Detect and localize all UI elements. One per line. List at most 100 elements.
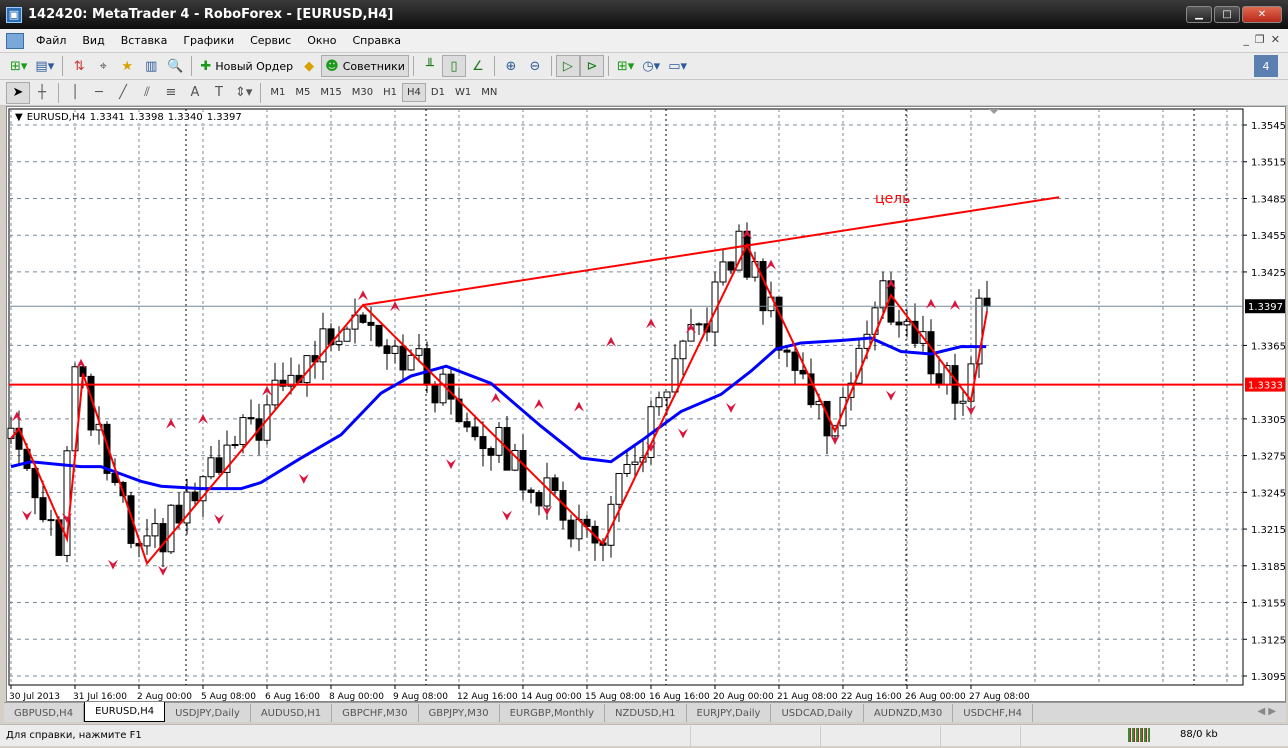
- candle-body: [407, 354, 415, 371]
- symbol-tab[interactable]: AUDNZD,M30: [864, 704, 954, 722]
- new-order-label: Новый Ордер: [215, 59, 294, 73]
- data-window-icon[interactable]: ⌖: [91, 55, 115, 77]
- candle-body: [479, 436, 487, 450]
- chart-tabs: GBPUSD,H4 EURUSD,H4 USDJPY,Daily AUDUSD,H1 G…: [4, 702, 1286, 722]
- menu-insert[interactable]: Вставка: [113, 34, 176, 47]
- symbol-tab[interactable]: USDJPY,Daily: [165, 704, 251, 722]
- templates-icon[interactable]: ▭▾: [664, 55, 691, 77]
- crosshair-icon[interactable]: ┼: [30, 82, 54, 104]
- symbol-tab[interactable]: GBPCHF,M30: [332, 704, 419, 722]
- profiles-icon[interactable]: ▤▾: [31, 55, 58, 77]
- notifications-icon[interactable]: 4: [1254, 55, 1278, 77]
- price-tick-label: 1.3425: [1251, 268, 1286, 279]
- text-icon[interactable]: A: [183, 82, 207, 104]
- new-chart-icon[interactable]: ⊞▾: [6, 55, 31, 77]
- candle: [167, 504, 175, 554]
- timeframe-m30[interactable]: M30: [347, 87, 378, 98]
- fibonacci-icon[interactable]: ≡: [159, 82, 183, 104]
- child-restore-button[interactable]: ❐: [1255, 33, 1265, 46]
- tab-scroll-arrows-icon[interactable]: ◀ ▶: [1257, 706, 1276, 717]
- time-tick-label: 22 Aug 16:00: [841, 692, 902, 702]
- symbol-tab[interactable]: GBPJPY,M30: [419, 704, 500, 722]
- symbol-tab[interactable]: EURJPY,Daily: [687, 704, 772, 722]
- chart-close: 1.3397: [206, 112, 242, 123]
- menu-file[interactable]: Файл: [28, 34, 74, 47]
- candle-body: [471, 426, 479, 438]
- child-minimize-button[interactable]: _: [1243, 33, 1249, 46]
- symbol-tab[interactable]: USDCHF,H4: [953, 704, 1033, 722]
- chart-window[interactable]: 30 Jul 2013 31 Jul 16:00 2 Aug 00:00 5 Aug …: [6, 106, 1286, 702]
- trendline-icon[interactable]: ╱: [111, 82, 135, 104]
- zoom-out-icon[interactable]: ⊖: [523, 55, 547, 77]
- candle-body: [719, 261, 727, 283]
- symbol-tab[interactable]: GBPUSD,H4: [4, 704, 85, 722]
- market-watch-icon[interactable]: ⇅: [67, 55, 91, 77]
- menu-bar: Файл Вид Вставка Графики Сервис Окно Спр…: [0, 29, 1288, 53]
- candle-body: [983, 297, 991, 307]
- chart-menu-triangle-icon[interactable]: ▼: [15, 112, 23, 123]
- minimize-button[interactable]: ▁: [1186, 6, 1212, 23]
- timeframe-mn[interactable]: MN: [476, 87, 502, 98]
- timeframe-m15[interactable]: M15: [315, 87, 346, 98]
- new-order-button[interactable]: ✚ Новый Ордер: [196, 55, 297, 77]
- candlestick-chart-icon[interactable]: ▯: [441, 55, 466, 77]
- symbol-tab[interactable]: EURGBP,Monthly: [500, 704, 606, 722]
- separator: [58, 82, 59, 103]
- timeframe-d1[interactable]: D1: [426, 87, 450, 98]
- bar-chart-icon[interactable]: ╨: [418, 55, 442, 77]
- menu-charts[interactable]: Графики: [175, 34, 242, 47]
- price-tick-label: 1.3545: [1251, 121, 1286, 132]
- candle-body: [239, 417, 247, 446]
- symbol-tab[interactable]: AUDUSD,H1: [251, 704, 333, 722]
- price-chart[interactable]: 30 Jul 2013 31 Jul 16:00 2 Aug 00:00 5 Aug …: [7, 107, 1287, 703]
- terminal-icon[interactable]: ▥: [139, 55, 163, 77]
- status-cell: [940, 725, 1020, 746]
- warning-icon[interactable]: ◆: [297, 55, 321, 77]
- close-button[interactable]: ✕: [1242, 6, 1282, 23]
- menu-help[interactable]: Справка: [344, 34, 408, 47]
- candle-body: [215, 457, 223, 473]
- menu-window[interactable]: Окно: [299, 34, 344, 47]
- timeframe-h1[interactable]: H1: [378, 87, 402, 98]
- arrows-icon[interactable]: ⇕▾: [231, 82, 256, 104]
- text-label-icon[interactable]: T: [207, 82, 231, 104]
- menu-view[interactable]: Вид: [74, 34, 112, 47]
- candle-body: [375, 324, 383, 347]
- cursor-icon[interactable]: ➤: [6, 81, 30, 104]
- menu-tools[interactable]: Сервис: [242, 34, 299, 47]
- equidistant-channel-icon[interactable]: ⫽: [135, 82, 159, 104]
- indicators-icon[interactable]: ⊞▾: [613, 55, 638, 77]
- navigator-icon[interactable]: ★: [115, 55, 139, 77]
- maximize-button[interactable]: □: [1214, 6, 1240, 23]
- experts-button[interactable]: ☻ Советники: [321, 55, 409, 77]
- periods-icon[interactable]: ◷▾: [638, 55, 664, 77]
- candle-body: [383, 345, 391, 354]
- chart-header: ▼ EURUSD,H4 1.3341 1.3398 1.3340 1.3397: [15, 112, 242, 123]
- candle-body: [615, 472, 623, 505]
- symbol-tab[interactable]: NZDUSD,H1: [605, 704, 687, 722]
- price-tick-label: 1.3185: [1251, 562, 1286, 573]
- vertical-line-icon[interactable]: │: [63, 82, 87, 104]
- timeframe-h4[interactable]: H4: [402, 83, 426, 102]
- experts-icon: ☻: [325, 58, 339, 74]
- timeframe-m1[interactable]: M1: [265, 87, 290, 98]
- child-close-button[interactable]: ✕: [1271, 33, 1280, 46]
- time-tick-label: 12 Aug 16:00: [457, 692, 518, 702]
- autoscroll-icon[interactable]: ▷: [555, 55, 580, 77]
- candle-body: [47, 519, 55, 522]
- time-tick-label: 16 Aug 16:00: [649, 692, 710, 702]
- candle-body: [487, 448, 495, 456]
- chart-window-icon[interactable]: [6, 32, 24, 49]
- timeframe-m5[interactable]: M5: [290, 87, 315, 98]
- separator: [550, 56, 552, 76]
- timeframe-w1[interactable]: W1: [450, 87, 476, 98]
- horizontal-line-icon[interactable]: ─: [87, 82, 111, 104]
- line-chart-icon[interactable]: ∠: [466, 55, 490, 77]
- strategy-tester-icon[interactable]: 🔍: [163, 55, 187, 77]
- chart-shift-icon[interactable]: ⊳: [579, 55, 604, 77]
- zoom-in-icon[interactable]: ⊕: [499, 55, 523, 77]
- candle-body: [799, 369, 807, 375]
- symbol-tab[interactable]: EURUSD,H4: [84, 702, 166, 722]
- candle-body: [151, 523, 159, 537]
- symbol-tab[interactable]: USDCAD,Daily: [771, 704, 864, 722]
